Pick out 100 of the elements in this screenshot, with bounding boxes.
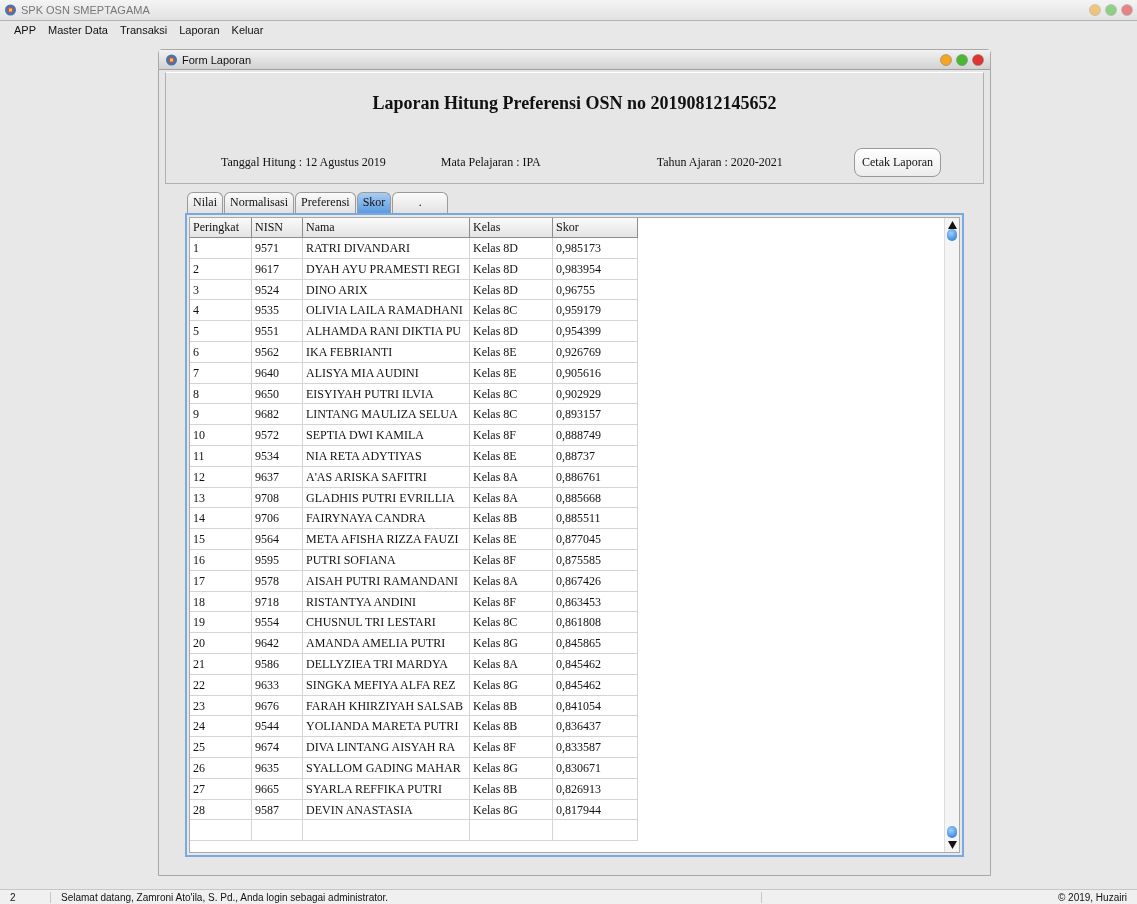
- table-cell: Kelas 8G: [470, 757, 553, 779]
- table-cell: 9564: [252, 529, 303, 550]
- app-logo-icon: [4, 4, 17, 16]
- table-cell: 11: [190, 445, 252, 467]
- table-cell: 0,867426: [553, 570, 638, 592]
- table-cell: 0,833587: [553, 737, 638, 758]
- table-cell: 27: [190, 778, 252, 800]
- table-cell: Kelas 8B: [470, 695, 553, 717]
- table-cell: DELLYZIEA TRI MARDYA: [303, 653, 470, 675]
- table-cell: FARAH KHIRZIYAH SALSAB: [303, 695, 470, 717]
- scroll-thumb[interactable]: [947, 826, 957, 838]
- menu-item[interactable]: Master Data: [48, 24, 108, 36]
- table-cell: 9635: [252, 757, 303, 779]
- table-cell: 9640: [252, 362, 303, 384]
- window-controls-icon[interactable]: [1089, 4, 1133, 16]
- table-cell: 0,985173: [553, 238, 638, 259]
- scroll-up-icon[interactable]: [947, 221, 957, 229]
- scrollbar[interactable]: [944, 218, 959, 852]
- table-cell: IKA FEBRIANTI: [303, 342, 470, 363]
- column-header[interactable]: Skor: [553, 218, 638, 238]
- scroll-thumb[interactable]: [947, 229, 957, 241]
- report-info: Tanggal Hitung : 12 Agustus 2019: [221, 155, 386, 170]
- tab[interactable]: Normalisasi: [224, 192, 294, 213]
- table-cell: 9595: [252, 549, 303, 571]
- table-cell: 0,959179: [553, 300, 638, 322]
- report-info: Mata Pelajaran : IPA: [440, 155, 541, 170]
- table-cell: LINTANG MAULIZA SELUA: [303, 404, 470, 426]
- table-cell: Kelas 8C: [470, 300, 553, 322]
- table-cell: 9637: [252, 466, 303, 488]
- table-cell: 16: [190, 549, 252, 571]
- table-cell: DYAH AYU PRAMESTI REGI: [303, 258, 470, 280]
- column-header[interactable]: Peringkat: [190, 218, 252, 238]
- table-cell: 0,845462: [553, 674, 638, 696]
- table-cell: 26: [190, 757, 252, 779]
- table-cell: 9718: [252, 591, 303, 613]
- table-cell: 19: [190, 612, 252, 634]
- table-cell: Kelas 8G: [470, 633, 553, 654]
- menu-item[interactable]: Transaksi: [119, 24, 168, 36]
- table-cell: SYALLOM GADING MAHAR: [303, 757, 470, 779]
- empty-table-cell: [252, 820, 303, 842]
- window-controls-icon[interactable]: [940, 53, 984, 66]
- table-cell: 5: [190, 321, 252, 342]
- table-cell: Kelas 8G: [470, 674, 553, 696]
- print-report-button[interactable]: Cetak Laporan: [854, 148, 941, 177]
- menu-item[interactable]: Keluar: [231, 24, 264, 36]
- table-cell: 0,886761: [553, 466, 638, 488]
- tab[interactable]: .: [392, 192, 449, 213]
- table-cell: Kelas 8A: [470, 466, 553, 488]
- table-cell: 17: [190, 570, 252, 592]
- table-cell: 9578: [252, 570, 303, 592]
- table-cell: Kelas 8D: [470, 321, 553, 342]
- tab[interactable]: Skor: [356, 192, 392, 213]
- table-cell: 9708: [252, 487, 303, 509]
- table-cell: YOLIANDA MARETA PUTRI: [303, 716, 470, 738]
- table-cell: 2: [190, 258, 252, 280]
- table-cell: 9587: [252, 799, 303, 821]
- form-title: Form Laporan: [182, 53, 252, 66]
- table-cell: 9554: [252, 612, 303, 634]
- table-cell: 25: [190, 737, 252, 758]
- table-cell: Kelas 8B: [470, 716, 553, 738]
- table-cell: 0,905616: [553, 362, 638, 384]
- column-header[interactable]: Nama: [303, 218, 470, 238]
- menu-item[interactable]: Laporan: [179, 24, 220, 36]
- table-cell: 0,885511: [553, 508, 638, 530]
- table-cell: 9633: [252, 674, 303, 696]
- table-cell: Kelas 8B: [470, 508, 553, 530]
- app-logo-icon: [165, 53, 178, 66]
- table-cell: DINO ARIX: [303, 279, 470, 301]
- table-cell: 0,841054: [553, 695, 638, 717]
- table-cell: 9524: [252, 279, 303, 301]
- table-cell: 22: [190, 674, 252, 696]
- table-cell: 7: [190, 362, 252, 384]
- table-cell: OLIVIA LAILA RAMADHANI: [303, 300, 470, 322]
- table-cell: 23: [190, 695, 252, 717]
- table-cell: 13: [190, 487, 252, 509]
- table-cell: ALHAMDA RANI DIKTIA PU: [303, 321, 470, 342]
- table-cell: 9551: [252, 321, 303, 342]
- table-cell: EISYIYAH PUTRI ILVIA: [303, 383, 470, 405]
- table-cell: 0,954399: [553, 321, 638, 342]
- menu-item[interactable]: APP: [14, 24, 36, 36]
- tab[interactable]: Nilai: [187, 192, 223, 213]
- table-cell: Kelas 8A: [470, 487, 553, 509]
- table-cell: 0,875585: [553, 549, 638, 571]
- table-cell: 9534: [252, 445, 303, 467]
- table-cell: 21: [190, 653, 252, 675]
- table-cell: Kelas 8C: [470, 612, 553, 634]
- column-header[interactable]: Kelas: [470, 218, 553, 238]
- column-header[interactable]: NISN: [252, 218, 303, 238]
- table-cell: 14: [190, 508, 252, 530]
- table-cell: Kelas 8G: [470, 799, 553, 821]
- table-cell: 0,983954: [553, 258, 638, 280]
- table-cell: 15: [190, 529, 252, 550]
- table-cell: RATRI DIVANDARI: [303, 238, 470, 259]
- status-number: 2: [0, 891, 51, 903]
- table-cell: AISAH PUTRI RAMANDANI: [303, 570, 470, 592]
- tab[interactable]: Preferensi: [295, 192, 356, 213]
- scroll-down-icon[interactable]: [947, 841, 957, 849]
- table-cell: 1: [190, 238, 252, 259]
- table-cell: Kelas 8D: [470, 258, 553, 280]
- table-cell: 0,830671: [553, 757, 638, 779]
